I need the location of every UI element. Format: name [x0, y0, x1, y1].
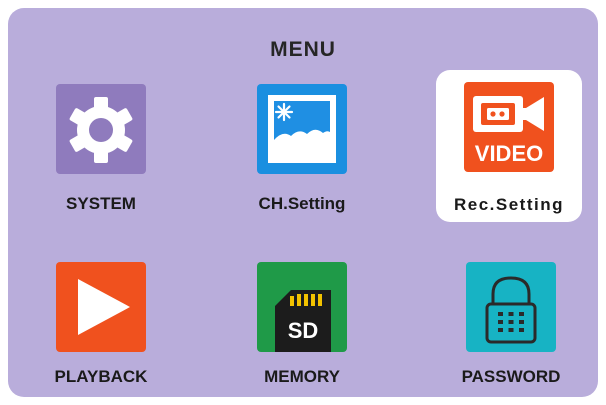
menu-item-label: PASSWORD	[461, 367, 561, 386]
sd-card-icon: SD	[257, 262, 347, 352]
picture-icon	[257, 84, 347, 174]
menu-item-label: SYSTEM	[66, 194, 136, 213]
menu-item-label: PLAYBACK	[54, 367, 148, 386]
video-icon-text: VIDEO	[475, 141, 543, 166]
sd-icon-text: SD	[288, 318, 319, 343]
menu-screen: MENU SYSTEM CH.Setting VIDEO Rec.Setting…	[8, 8, 598, 397]
menu-item-ch-setting[interactable]: CH.Setting	[242, 74, 362, 214]
gear-icon	[56, 84, 146, 174]
video-camera-icon: VIDEO	[464, 82, 554, 172]
menu-item-memory[interactable]: SD MEMORY	[242, 254, 362, 394]
menu-item-label: CH.Setting	[258, 194, 346, 213]
menu-item-rec-setting[interactable]: VIDEO Rec.Setting	[436, 70, 582, 222]
menu-item-label: MEMORY	[264, 367, 340, 386]
menu-item-playback[interactable]: PLAYBACK	[41, 254, 161, 394]
menu-title: MENU	[270, 38, 336, 61]
menu-item-password[interactable]: PASSWORD	[451, 254, 571, 394]
menu-item-system[interactable]: SYSTEM	[41, 74, 161, 214]
play-icon	[56, 262, 146, 352]
padlock-icon	[466, 262, 556, 352]
menu-item-label: Rec.Setting	[453, 195, 565, 214]
